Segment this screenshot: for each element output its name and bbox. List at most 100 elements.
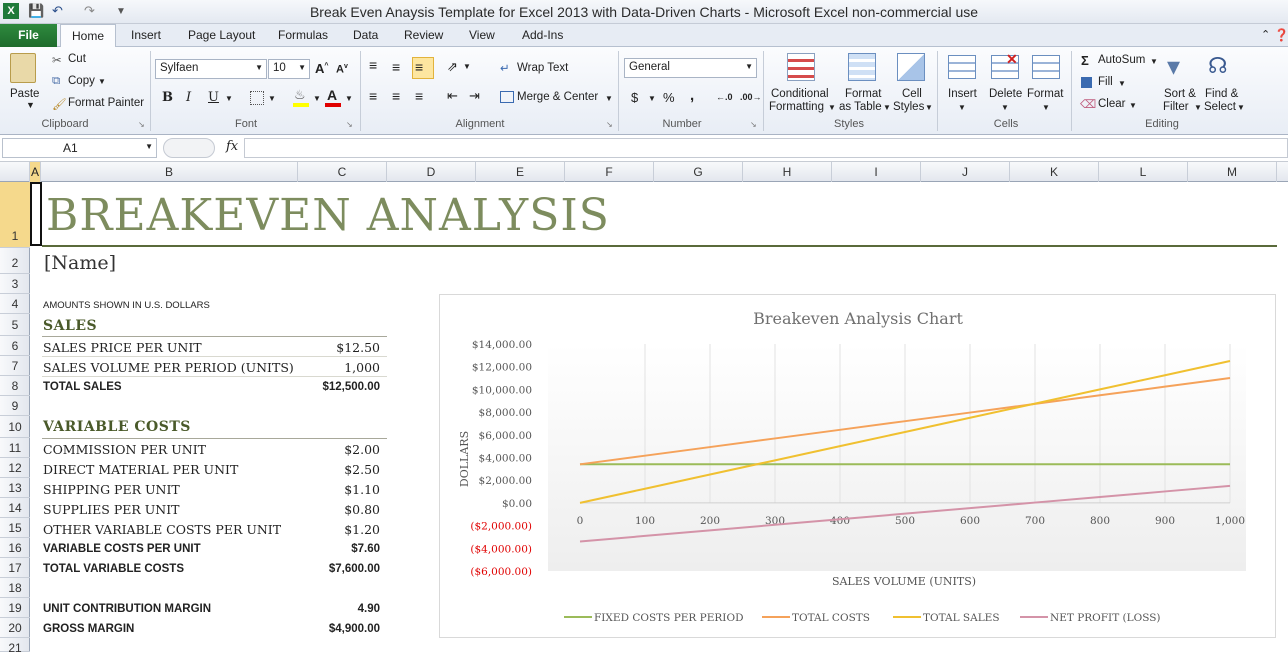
row-header[interactable]: 16 bbox=[0, 538, 30, 558]
merge-center-button[interactable]: Merge & Center bbox=[517, 91, 598, 103]
unit-contribution-value[interactable]: 4.90 bbox=[300, 603, 380, 615]
row-header[interactable]: 18 bbox=[0, 578, 30, 598]
row-header[interactable]: 7 bbox=[0, 356, 30, 376]
autosum-icon[interactable]: Σ bbox=[1081, 53, 1089, 68]
row-header[interactable]: 6 bbox=[0, 336, 30, 356]
variable-per-unit-label[interactable]: VARIABLE COSTS PER UNIT bbox=[43, 543, 201, 555]
tab-file[interactable]: File bbox=[0, 24, 57, 47]
align-right-icon[interactable]: ≡ bbox=[415, 88, 423, 104]
find-select-icon[interactable]: ☊ bbox=[1208, 53, 1228, 79]
column-header-l[interactable]: L bbox=[1099, 162, 1188, 182]
column-header-m[interactable]: M bbox=[1188, 162, 1277, 182]
cell-styles-dropdown-icon[interactable]: ▼ bbox=[925, 103, 933, 112]
cut-button[interactable]: Cut bbox=[68, 53, 86, 65]
column-header-d[interactable]: D bbox=[387, 162, 476, 182]
clear-dropdown-icon[interactable]: ▼ bbox=[1129, 101, 1137, 110]
wrap-text-icon[interactable]: ↵ bbox=[500, 61, 510, 75]
column-header-g[interactable]: G bbox=[654, 162, 743, 182]
align-center-icon[interactable]: ≡ bbox=[392, 88, 400, 104]
tab-home[interactable]: Home bbox=[60, 24, 116, 48]
format-painter-icon[interactable]: 🖌 bbox=[52, 97, 67, 111]
column-header-i[interactable]: I bbox=[832, 162, 921, 182]
tab-insert[interactable]: Insert bbox=[131, 28, 161, 42]
row-header[interactable]: 2 bbox=[0, 248, 30, 274]
variable-cost-label[interactable]: SUPPLIES PER UNIT bbox=[43, 502, 180, 517]
variable-cost-value[interactable]: $2.00 bbox=[300, 442, 380, 457]
fill-color-icon[interactable]: ♨ bbox=[294, 87, 306, 103]
column-header-b[interactable]: B bbox=[41, 162, 298, 182]
format-as-table-icon[interactable] bbox=[848, 53, 876, 81]
variable-per-unit-value[interactable]: $7.60 bbox=[300, 543, 380, 555]
format-as-table-label[interactable]: Format bbox=[845, 88, 881, 100]
fill-button[interactable]: Fill bbox=[1098, 76, 1113, 88]
formula-bar-expander[interactable] bbox=[163, 138, 215, 158]
row-header[interactable]: 4 bbox=[0, 294, 30, 314]
gross-margin-label[interactable]: GROSS MARGIN bbox=[43, 623, 134, 635]
increase-indent-icon[interactable]: ⇥ bbox=[469, 88, 480, 104]
grow-font-icon[interactable]: A^ bbox=[315, 61, 328, 76]
delete-cells-dropdown-icon[interactable]: ▼ bbox=[1001, 103, 1009, 112]
format-painter-button[interactable]: Format Painter bbox=[68, 97, 144, 109]
font-color-icon[interactable]: A bbox=[327, 87, 337, 103]
copy-dropdown-icon[interactable]: ▼ bbox=[98, 77, 106, 86]
sort-filter-dropdown-icon[interactable]: ▼ bbox=[1194, 103, 1202, 112]
paste-icon[interactable] bbox=[10, 53, 36, 83]
column-header-h[interactable]: H bbox=[743, 162, 832, 182]
name-placeholder[interactable]: [Name] bbox=[44, 252, 116, 274]
minimize-ribbon-icon[interactable]: ⌃ bbox=[1261, 28, 1270, 41]
total-variable-label[interactable]: TOTAL VARIABLE COSTS bbox=[43, 563, 184, 575]
number-format-dropdown-icon[interactable]: ▼ bbox=[745, 62, 753, 71]
total-sales-value[interactable]: $12,500.00 bbox=[290, 381, 380, 393]
format-as-table-dropdown-icon[interactable]: ▼ bbox=[883, 103, 891, 112]
sort-filter-label[interactable]: Sort & bbox=[1164, 88, 1196, 100]
variable-cost-label[interactable]: OTHER VARIABLE COSTS PER UNIT bbox=[43, 522, 281, 537]
currency-dropdown-icon[interactable]: ▼ bbox=[648, 94, 656, 103]
variable-cost-value[interactable]: $1.20 bbox=[300, 522, 380, 537]
merge-center-icon[interactable] bbox=[500, 91, 514, 103]
help-icon[interactable]: ❓ bbox=[1274, 28, 1288, 42]
sales-header[interactable]: SALES bbox=[43, 318, 97, 334]
sales-volume-label[interactable]: SALES VOLUME PER PERIOD (UNITS) bbox=[43, 360, 294, 375]
insert-cells-icon[interactable] bbox=[948, 55, 976, 79]
variable-cost-value[interactable]: $0.80 bbox=[300, 502, 380, 517]
find-select-label[interactable]: Find & bbox=[1205, 88, 1238, 100]
tab-data[interactable]: Data bbox=[353, 28, 378, 42]
column-header-c[interactable]: C bbox=[298, 162, 387, 182]
format-cells-icon[interactable] bbox=[1032, 55, 1060, 79]
copy-button[interactable]: Copy bbox=[68, 75, 95, 87]
format-as-table-label-2[interactable]: as Table bbox=[839, 101, 882, 113]
delete-cells-button[interactable]: Delete bbox=[989, 88, 1022, 100]
row-header[interactable]: 17 bbox=[0, 558, 30, 578]
font-name-box[interactable]: Sylfaen ▼ bbox=[155, 59, 267, 79]
tab-view[interactable]: View bbox=[469, 28, 495, 42]
orientation-dropdown-icon[interactable]: ▼ bbox=[463, 62, 471, 71]
variable-cost-label[interactable]: COMMISSION PER UNIT bbox=[43, 442, 206, 457]
variable-cost-value[interactable]: $2.50 bbox=[300, 462, 380, 477]
row-header[interactable]: 8 bbox=[0, 376, 30, 396]
name-box[interactable]: A1 ▼ bbox=[2, 138, 157, 158]
paste-button[interactable]: Paste bbox=[10, 88, 39, 100]
borders-icon[interactable] bbox=[250, 91, 264, 105]
alignment-launcher-icon[interactable]: ↘ bbox=[606, 120, 613, 129]
variable-cost-label[interactable]: SHIPPING PER UNIT bbox=[43, 482, 180, 497]
number-format-box[interactable]: General ▼ bbox=[624, 58, 757, 78]
find-select-dropdown-icon[interactable]: ▼ bbox=[1237, 103, 1245, 112]
tab-page-layout[interactable]: Page Layout bbox=[188, 28, 255, 42]
underline-dropdown-icon[interactable]: ▼ bbox=[225, 94, 233, 103]
insert-function-button[interactable]: fx bbox=[226, 139, 238, 154]
conditional-formatting-icon[interactable] bbox=[787, 53, 815, 81]
fill-color-dropdown-icon[interactable]: ▼ bbox=[313, 94, 321, 103]
total-sales-label[interactable]: TOTAL SALES bbox=[43, 381, 122, 393]
conditional-formatting-label-2[interactable]: Formatting bbox=[769, 101, 824, 113]
row-header[interactable]: 14 bbox=[0, 498, 30, 518]
column-header-f[interactable]: F bbox=[565, 162, 654, 182]
wrap-text-button[interactable]: Wrap Text bbox=[517, 62, 568, 74]
currency-note[interactable]: AMOUNTS SHOWN IN U.S. DOLLARS bbox=[43, 300, 210, 311]
row-header[interactable]: 5 bbox=[0, 314, 30, 336]
tab-add-ins[interactable]: Add-Ins bbox=[522, 28, 563, 42]
column-header-j[interactable]: J bbox=[921, 162, 1010, 182]
borders-dropdown-icon[interactable]: ▼ bbox=[268, 94, 276, 103]
decrease-decimal-icon[interactable]: .00→ bbox=[740, 92, 762, 102]
row-header[interactable]: 10 bbox=[0, 416, 30, 438]
row-header[interactable]: 9 bbox=[0, 396, 30, 416]
